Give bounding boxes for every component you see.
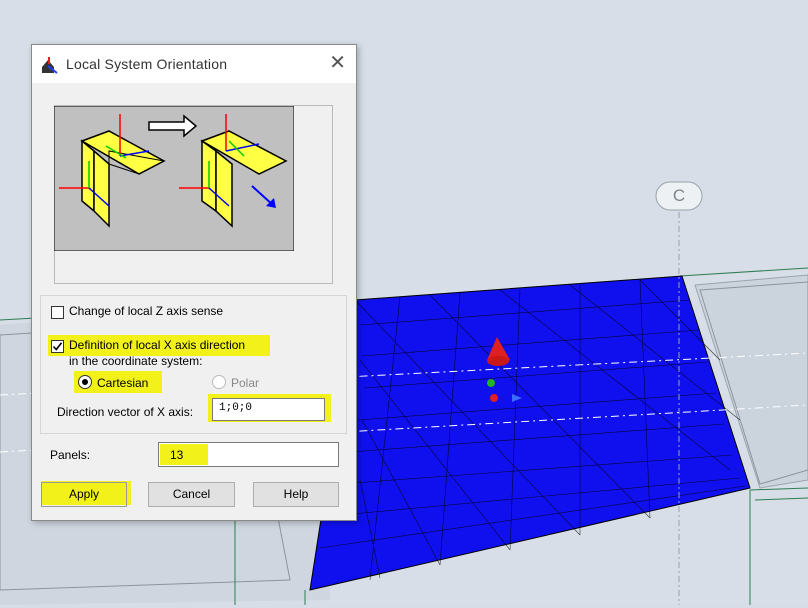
local-system-orientation-dialog: Local System Orientation ✕ Change of loc… (31, 44, 357, 521)
cartesian-radio[interactable] (78, 375, 92, 389)
panels-label: Panels: (50, 448, 91, 462)
define-x-checkbox[interactable] (51, 340, 64, 353)
apply-button[interactable]: Apply (41, 482, 127, 507)
close-icon[interactable]: ✕ (329, 53, 346, 73)
cancel-button[interactable]: Cancel (148, 482, 235, 507)
direction-label: Direction vector of X axis: (57, 405, 194, 419)
help-button[interactable]: Help (253, 482, 339, 507)
polar-label[interactable]: Polar (231, 376, 259, 390)
change-z-checkbox[interactable] (51, 306, 64, 319)
polar-radio[interactable] (212, 375, 226, 389)
change-z-label[interactable]: Change of local Z axis sense (69, 304, 223, 318)
dialog-title: Local System Orientation (66, 56, 228, 72)
panels-value: 13 (170, 448, 184, 462)
highlight-panels (160, 444, 208, 465)
checkmark-icon (52, 342, 63, 351)
direction-vector-input[interactable]: 1;0;0 (212, 398, 325, 421)
dialog-titlebar[interactable]: Local System Orientation ✕ (32, 45, 356, 83)
define-x-label[interactable]: Definition of local X axis direction (69, 338, 245, 352)
coord-system-label: in the coordinate system: (69, 354, 203, 368)
gridline-marker-label: C (672, 186, 686, 205)
app-icon (40, 55, 60, 75)
radio-dot-icon (82, 379, 88, 385)
cartesian-label[interactable]: Cartesian (97, 376, 148, 390)
orientation-illustration (54, 106, 294, 251)
panels-input[interactable]: 13 (158, 442, 339, 467)
